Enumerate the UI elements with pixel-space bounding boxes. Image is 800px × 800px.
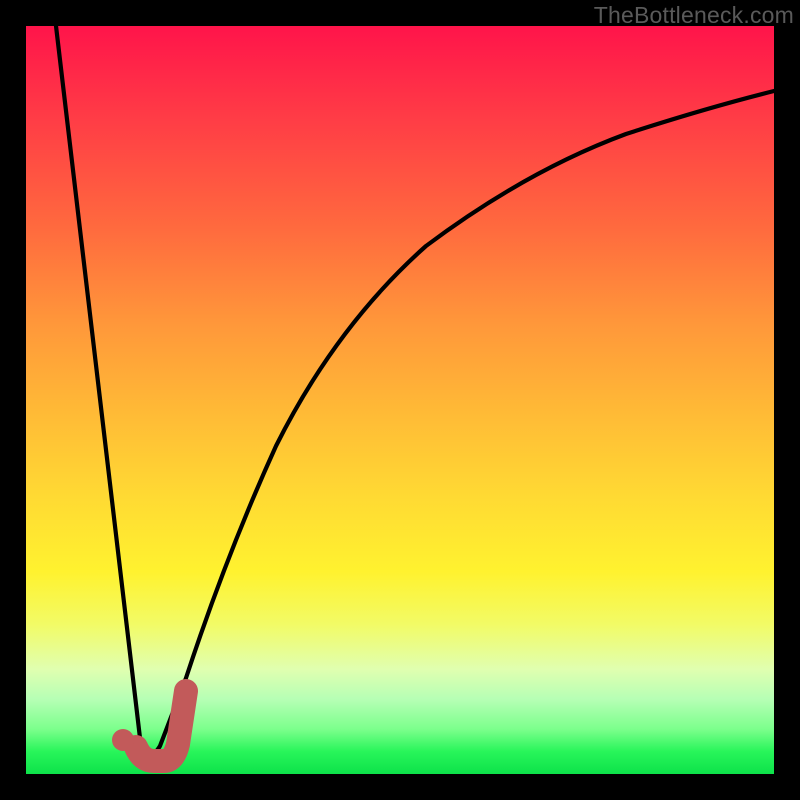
chart-svg	[26, 26, 774, 774]
plot-area	[26, 26, 774, 774]
chart-frame: TheBottleneck.com	[0, 0, 800, 800]
watermark-text: TheBottleneck.com	[594, 2, 794, 29]
highlight-segment	[136, 691, 186, 761]
bottleneck-curve	[56, 26, 774, 754]
highlight-point	[112, 729, 134, 751]
